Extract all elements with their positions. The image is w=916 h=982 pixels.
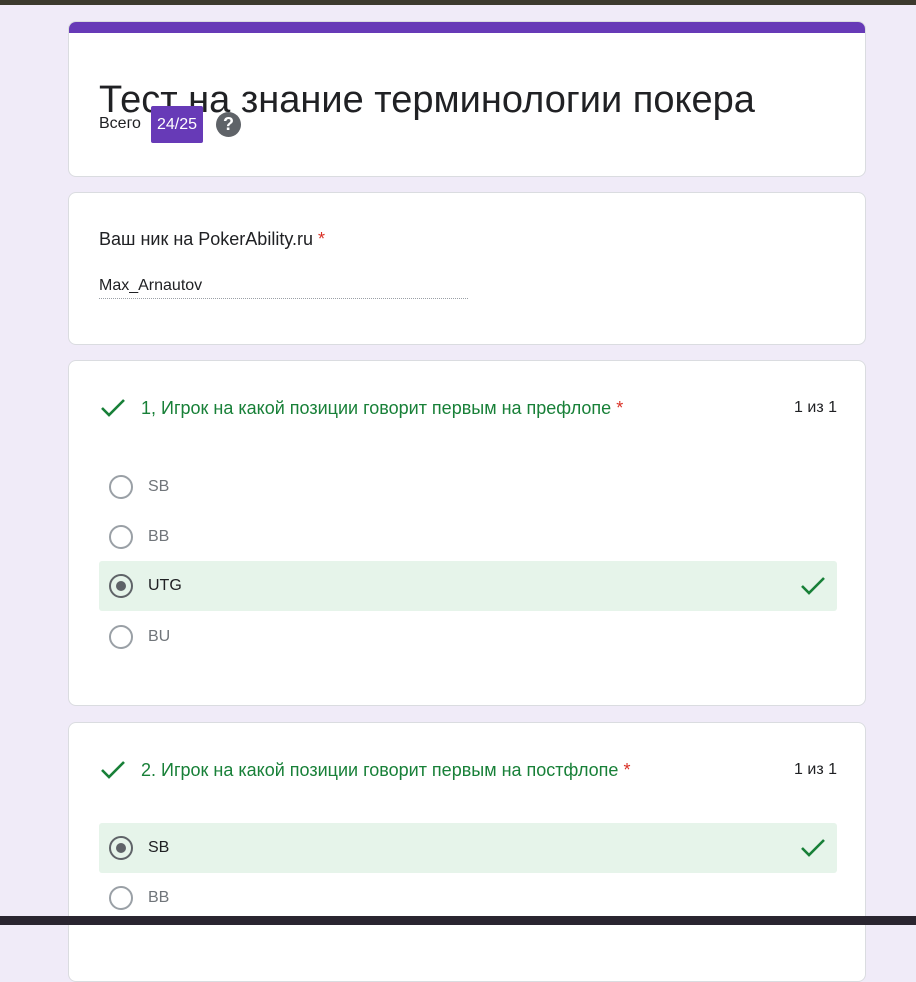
option-bu[interactable]: BU [99, 612, 837, 662]
option-label: SB [148, 478, 170, 495]
radio-button[interactable] [109, 475, 133, 499]
score-label: Всего [99, 115, 141, 132]
nick-question-card: Ваш ник на PokerAbility.ru * Max_Arnauto… [68, 192, 866, 345]
option-label: BB [148, 889, 170, 906]
required-mark: * [318, 229, 326, 249]
window-top-bar [0, 0, 916, 5]
question-header: 1, Игрок на какой позиции говорит первым… [99, 393, 837, 423]
option-sb[interactable]: SB [99, 823, 837, 873]
radio-button-selected[interactable] [109, 574, 133, 598]
option-label: BU [148, 628, 171, 645]
nick-answer-value: Max_Arnautov [99, 277, 203, 294]
window-bottom-bar [0, 916, 916, 925]
radio-button[interactable] [109, 525, 133, 549]
option-bb[interactable]: BB [99, 512, 837, 562]
option-label: BB [148, 528, 170, 545]
question-header: 2. Игрок на какой позиции говорит первым… [99, 755, 837, 785]
checkmark-icon [799, 834, 827, 862]
radio-button[interactable] [109, 886, 133, 910]
question-points: 1 из 1 [794, 399, 837, 416]
help-icon[interactable]: ? [216, 111, 241, 137]
radio-button-selected[interactable] [109, 836, 133, 860]
question-card-2: 2. Игрок на какой позиции говорит первым… [68, 722, 866, 982]
required-mark: * [616, 397, 624, 418]
required-mark: * [623, 759, 631, 780]
score-badge: 24/25 [150, 105, 203, 143]
nick-question-text: Ваш ник на PokerAbility.ru [99, 229, 313, 249]
score-row: Всего 24/25 ? [99, 105, 241, 143]
question-title-text: 2. Игрок на какой позиции говорит первым… [141, 759, 619, 780]
option-label: UTG [148, 577, 182, 594]
option-label: SB [148, 839, 170, 856]
header-accent-bar [69, 22, 865, 33]
checkmark-icon [99, 394, 127, 422]
checkmark-icon [99, 756, 127, 784]
option-utg[interactable]: UTG [99, 561, 837, 611]
nick-question-label: Ваш ник на PokerAbility.ru * [99, 229, 325, 250]
option-sb[interactable]: SB [99, 462, 837, 512]
nick-answer-underline [99, 298, 468, 299]
question-title: 2. Игрок на какой позиции говорит первым… [141, 760, 794, 781]
form-header-card: Тест на знание терминологии покера Всего… [68, 21, 866, 177]
checkmark-icon [799, 572, 827, 600]
question-title-text: 1, Игрок на какой позиции говорит первым… [141, 397, 612, 418]
question-title: 1, Игрок на какой позиции говорит первым… [141, 398, 794, 419]
question-card-1: 1, Игрок на какой позиции говорит первым… [68, 360, 866, 706]
question-points: 1 из 1 [794, 761, 837, 778]
radio-button[interactable] [109, 625, 133, 649]
